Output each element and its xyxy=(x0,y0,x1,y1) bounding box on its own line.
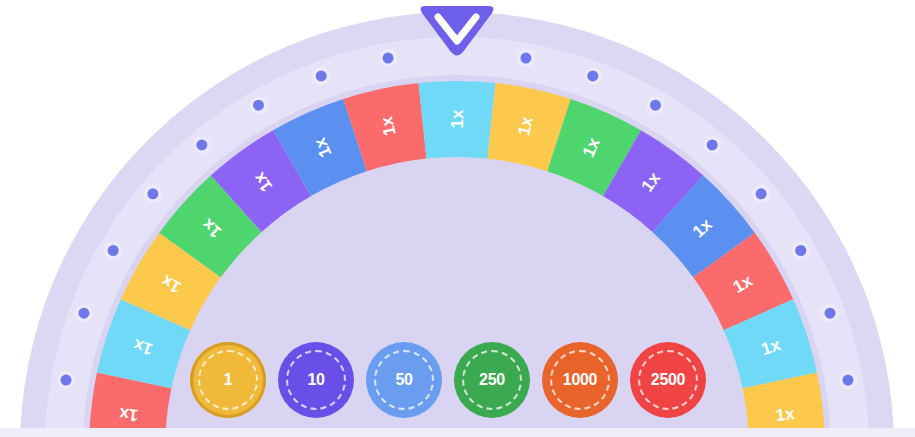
rim-dot xyxy=(383,53,394,64)
rim-dot xyxy=(650,100,661,111)
rim-dot xyxy=(196,139,207,150)
chip-label: 10 xyxy=(307,371,324,389)
segment-label: 1x xyxy=(579,135,604,161)
chip-label: 1 xyxy=(224,371,233,389)
segment-label: 1x xyxy=(759,335,783,359)
chip[interactable]: 1000 xyxy=(542,342,618,418)
rim-dot xyxy=(842,375,853,386)
chip-inner: 250 xyxy=(462,350,522,410)
chip-label: 50 xyxy=(395,371,412,389)
segment-label: 1x xyxy=(689,214,716,241)
chip[interactable]: 10 xyxy=(278,342,354,418)
rim-dot xyxy=(61,375,72,386)
rim-dot-halo xyxy=(312,67,330,85)
segment-label: 1x xyxy=(514,114,537,137)
rim-dot xyxy=(825,308,836,319)
wheel-band xyxy=(45,37,869,428)
rim-dot xyxy=(707,139,718,150)
wheel-rim xyxy=(20,12,894,428)
rim-dot-halo xyxy=(703,136,721,154)
chip-inner: 50 xyxy=(374,350,434,410)
bottom-strip xyxy=(0,428,915,437)
wheel-segment xyxy=(419,81,496,159)
chip[interactable]: 50 xyxy=(366,342,442,418)
rim-dot-halo xyxy=(193,136,211,154)
rim-dot xyxy=(108,245,119,256)
segment-label: 1x xyxy=(377,114,400,137)
segment-label: 1x xyxy=(131,335,155,359)
rim-dot xyxy=(587,70,598,81)
wheel-track xyxy=(83,75,831,428)
wheel-segment xyxy=(724,299,817,388)
rim-dot-halo xyxy=(75,304,93,322)
rim-dot-halo xyxy=(517,49,535,67)
rim-dot xyxy=(520,53,531,64)
rim-dot xyxy=(78,308,89,319)
chip[interactable]: 250 xyxy=(454,342,530,418)
chip-row: 1 10 50 250 1000 2500 xyxy=(190,342,706,418)
rim-dot-halo xyxy=(647,96,665,114)
rim-dot xyxy=(756,188,767,199)
segment-label: 1x xyxy=(158,271,184,297)
rim-dot-halo xyxy=(379,49,397,67)
chip[interactable]: 2500 xyxy=(630,342,706,418)
rim-dot-halo xyxy=(584,67,602,85)
rim-dot xyxy=(147,188,158,199)
rim-dot-halo xyxy=(57,371,75,389)
rim-dot xyxy=(795,245,806,256)
rim-dot-halo xyxy=(821,304,839,322)
rim-dot-halo xyxy=(104,242,122,260)
wheel-segment xyxy=(343,83,426,171)
rim-dot-halo xyxy=(250,96,268,114)
segment-label: 1x xyxy=(198,214,225,241)
segment-label: 1x xyxy=(118,404,139,425)
rim-dot-halo xyxy=(839,371,857,389)
chip-inner: 1000 xyxy=(550,350,610,410)
chip-label: 1000 xyxy=(563,371,597,389)
rim-dot-halo xyxy=(792,242,810,260)
chip-label: 2500 xyxy=(651,371,685,389)
segment-label: 1x xyxy=(775,404,796,425)
rim-dot xyxy=(253,100,264,111)
segment-label: 1x xyxy=(249,168,276,195)
chip-inner: 10 xyxy=(286,350,346,410)
wheel-segment xyxy=(743,372,825,428)
chip-inner: 1 xyxy=(198,350,258,410)
segment-label: 1x xyxy=(448,109,467,128)
chip-inner: 2500 xyxy=(638,350,698,410)
chip[interactable]: 1 xyxy=(190,342,266,418)
chip-label: 250 xyxy=(479,371,505,389)
segment-label: 1x xyxy=(638,168,665,195)
pointer-icon xyxy=(421,6,494,56)
game-page: 1x 1x 1x 1x 1x 1x 1x 1x 1x 1x 1x 1x 1x 1x 1x 1 10 50 250 10… xyxy=(0,0,915,437)
wheel-stage: 1x 1x 1x 1x 1x 1x 1x 1x 1x 1x 1x 1x 1x 1x 1x 1 10 50 250 10… xyxy=(0,0,915,428)
segment-label: 1x xyxy=(310,135,335,161)
rim-dot-halo xyxy=(144,185,162,203)
rim-dot xyxy=(316,70,327,81)
rim-dot-halo xyxy=(752,185,770,203)
segment-label: 1x xyxy=(730,271,756,297)
